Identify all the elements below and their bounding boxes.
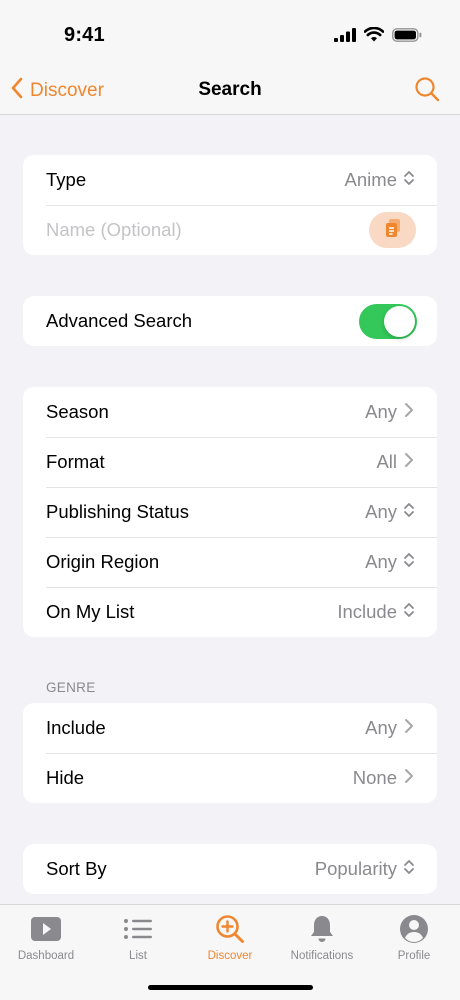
home-indicator [148,985,313,990]
chevron-updown-icon [403,601,415,624]
filter-label: Format [46,451,105,472]
filter-row-season[interactable]: Season Any [23,387,437,437]
status-icons [334,26,422,47]
type-label: Type [46,169,87,190]
tab-profile[interactable]: Profile [368,913,460,962]
chevron-right-icon [403,767,415,789]
filter-value-text: Any [365,501,397,522]
filter-label: Publishing Status [46,501,189,522]
bell-icon [309,913,335,945]
genre-value-text: Any [365,717,397,738]
advanced-search-row: Advanced Search [23,296,437,346]
magnifier-plus-icon [215,913,245,945]
filter-value-text: Include [337,601,397,622]
genre-value: None [353,767,415,789]
genre-label: Hide [46,767,85,788]
type-row[interactable]: Type Anime [23,155,437,205]
sort-card: Sort By Popularity [23,844,437,894]
filter-row-publishing-status[interactable]: Publishing Status Any [23,487,437,537]
sort-row[interactable]: Sort By Popularity [23,844,437,894]
paste-button[interactable] [369,212,416,248]
filter-row-origin-region[interactable]: Origin Region Any [23,537,437,587]
filter-value: Any [365,551,415,574]
genre-card: Include Any Hide None [23,703,437,803]
cellular-signal-icon [334,27,356,47]
filters-card: Season Any Format All Publishing Status … [23,387,437,637]
tab-discover[interactable]: Discover [184,913,276,962]
toggle-knob [384,305,415,337]
tab-list[interactable]: List [92,913,184,962]
filter-label: Season [46,401,109,422]
genre-value-text: None [352,767,397,788]
genre-value: Any [365,717,415,739]
sort-value: Popularity [315,858,415,881]
wifi-icon [363,26,385,47]
name-row: Name (Optional) [23,205,437,255]
chevron-updown-icon [403,551,415,574]
filter-row-format[interactable]: Format All [23,437,437,487]
chevron-updown-icon [403,169,415,192]
genre-row-hide[interactable]: Hide None [23,753,437,803]
tab-label: List [129,950,147,962]
type-card: Type Anime Name (Optional) [23,155,437,255]
advanced-search-label: Advanced Search [46,310,193,331]
search-icon [414,77,440,106]
filter-value-text: Any [365,401,397,422]
battery-icon [392,27,422,47]
tab-label: Discover [207,950,253,962]
type-value-text: Anime [344,169,397,190]
search-button[interactable] [414,76,440,107]
page-title: Search [198,79,262,100]
filter-value-text: Any [365,551,397,572]
filter-value: Include [337,601,415,624]
type-value: Anime [345,169,415,192]
filter-row-on-my-list[interactable]: On My List Include [23,587,437,637]
status-bar: 9:41 [0,0,460,64]
genre-label: Include [46,717,106,738]
status-time: 9:41 [64,24,105,46]
advanced-search-card: Advanced Search [23,296,437,346]
chevron-right-icon [403,401,415,423]
filter-value: All [376,451,415,473]
chevron-updown-icon [403,858,415,881]
filter-label: Origin Region [46,551,160,572]
filter-value: Any [365,401,415,423]
clipboard-icon [384,218,402,243]
person-circle-icon [399,913,429,945]
play-rectangle-icon [30,913,62,945]
advanced-search-toggle[interactable] [359,303,417,339]
genre-section-header: GENRE [46,680,96,695]
list-icon [123,913,153,945]
tab-notifications[interactable]: Notifications [276,913,368,962]
sort-label: Sort By [46,858,107,879]
sort-value-text: Popularity [314,858,397,879]
navigation-bar: Discover Search [0,64,460,115]
tab-label: Profile [397,950,431,962]
chevron-right-icon [403,451,415,473]
tab-label: Dashboard [17,950,75,962]
name-input[interactable]: Name (Optional) [46,219,369,241]
filter-label: On My List [46,601,135,622]
chevron-updown-icon [403,501,415,524]
filter-value-text: All [376,451,397,472]
filter-value: Any [365,501,415,524]
tab-dashboard[interactable]: Dashboard [0,913,92,962]
tab-label: Notifications [290,950,354,962]
chevron-right-icon [403,717,415,739]
genre-row-include[interactable]: Include Any [23,703,437,753]
